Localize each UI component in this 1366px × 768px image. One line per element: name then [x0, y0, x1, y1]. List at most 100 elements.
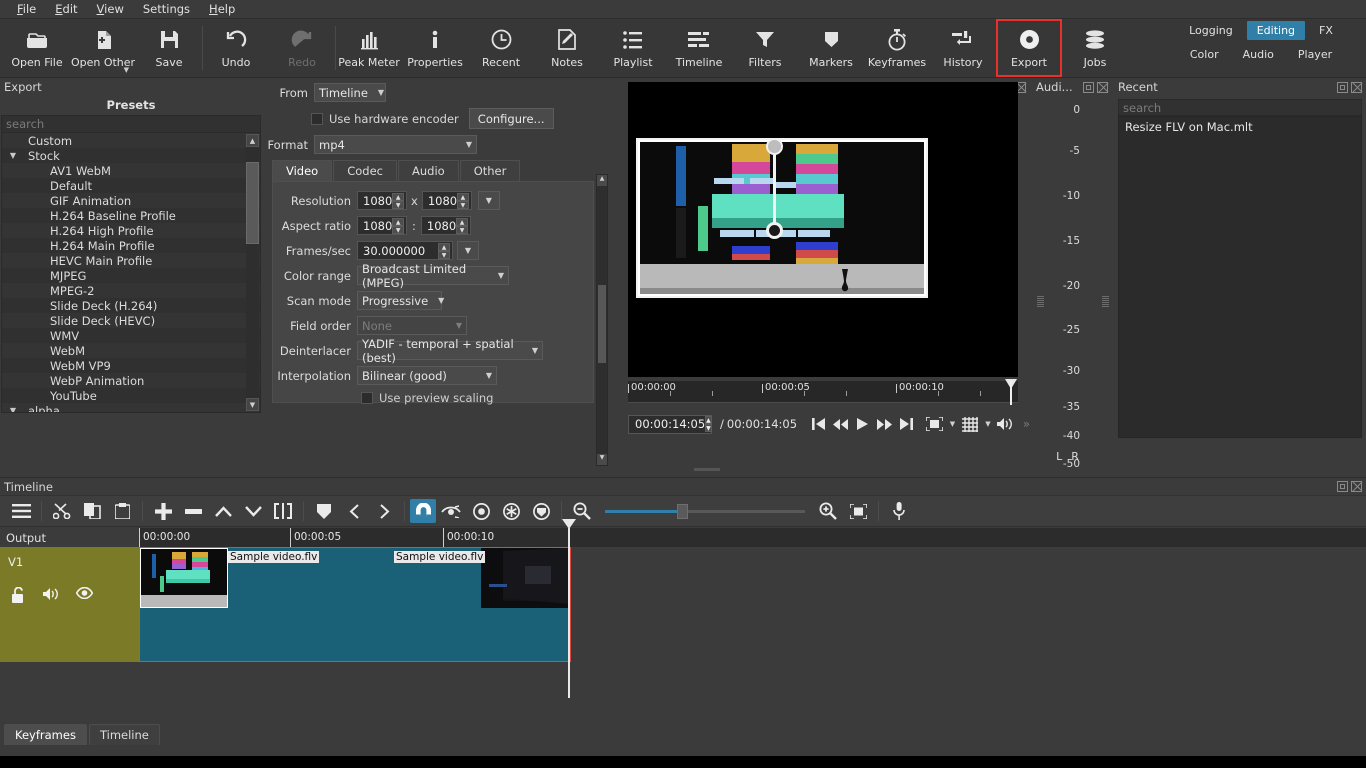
- snap-magnet-icon[interactable]: [410, 499, 436, 523]
- more-options-icon[interactable]: »: [1023, 417, 1030, 431]
- toolbar-export[interactable]: Export: [996, 19, 1062, 77]
- prev-marker-icon[interactable]: [339, 497, 369, 525]
- zoom-fit-icon[interactable]: [924, 413, 946, 435]
- preset-item[interactable]: Default: [2, 178, 260, 193]
- rewind-button[interactable]: [829, 413, 851, 435]
- preset-search-input[interactable]: search: [1, 115, 261, 133]
- tab-audio[interactable]: Audio: [398, 160, 459, 181]
- vui-rect[interactable]: [636, 138, 928, 298]
- scroll-thumb[interactable]: [598, 285, 606, 363]
- toolbar-save[interactable]: Save: [136, 19, 202, 77]
- layout-player[interactable]: Player: [1288, 45, 1342, 64]
- toolbar-history[interactable]: History: [930, 19, 996, 77]
- lock-icon[interactable]: [12, 587, 27, 603]
- chevron-down-icon[interactable]: ▼: [6, 406, 20, 412]
- preview-scaling-checkbox[interactable]: [361, 392, 373, 404]
- preset-item[interactable]: H.264 High Profile: [2, 223, 260, 238]
- scroll-down-icon[interactable]: ▼: [597, 454, 607, 465]
- hardware-encoder-checkbox[interactable]: [311, 112, 323, 125]
- preset-item[interactable]: Slide Deck (H.264): [2, 298, 260, 313]
- output-label[interactable]: Output: [0, 528, 139, 547]
- grid-icon[interactable]: [959, 413, 981, 435]
- layout-editing[interactable]: Editing: [1246, 21, 1306, 40]
- spinner-arrows[interactable]: ▲ ▼: [392, 217, 404, 234]
- layout-logging[interactable]: Logging: [1179, 21, 1243, 40]
- preset-item[interactable]: WMV: [2, 328, 260, 343]
- volume-icon[interactable]: [995, 413, 1017, 435]
- timeline-menu-button[interactable]: [6, 497, 36, 525]
- cut-icon[interactable]: [47, 497, 77, 525]
- close-icon[interactable]: [1351, 81, 1362, 93]
- preset-item[interactable]: GIF Animation: [2, 193, 260, 208]
- preset-item[interactable]: WebM VP9: [2, 358, 260, 373]
- mute-icon[interactable]: [43, 587, 60, 603]
- toolbar-keyframes[interactable]: Keyframes: [864, 19, 930, 77]
- spinner-arrows[interactable]: ▲ ▼: [705, 416, 712, 432]
- zoom-slider[interactable]: [605, 501, 805, 521]
- toolbar-recent[interactable]: Recent: [468, 19, 534, 77]
- chevron-down-icon[interactable]: ▼: [950, 420, 955, 428]
- toolbar-playlist[interactable]: Playlist: [600, 19, 666, 77]
- resolution-height-input[interactable]: 1080 ▲ ▼: [421, 191, 472, 210]
- timeline-ruler[interactable]: 00:00:00 00:00:05 00:00:10: [139, 528, 1366, 547]
- list-item[interactable]: Resize FLV on Mac.mlt: [1119, 117, 1361, 137]
- preset-item[interactable]: Custom: [2, 133, 260, 148]
- menu-settings[interactable]: Settings: [134, 1, 199, 17]
- aspect-height-input[interactable]: 1080 ▲ ▼: [420, 216, 471, 235]
- zoom-in-icon[interactable]: [813, 497, 843, 525]
- split-icon[interactable]: [268, 497, 298, 525]
- toolbar-timeline[interactable]: Timeline: [666, 19, 732, 77]
- preset-item[interactable]: H.264 Main Profile: [2, 238, 260, 253]
- ripple-icon[interactable]: [466, 497, 496, 525]
- hide-icon[interactable]: [76, 587, 93, 603]
- current-position-input[interactable]: 00:00:14:05 ▲ ▼: [628, 414, 712, 434]
- chevron-down-icon[interactable]: ▼: [985, 420, 990, 428]
- float-icon[interactable]: [1337, 81, 1348, 93]
- dock-tab-timeline[interactable]: Timeline: [88, 723, 160, 745]
- preset-item[interactable]: ▼ Stock: [2, 148, 260, 163]
- scroll-up-icon[interactable]: ▲: [246, 134, 259, 147]
- player-ruler[interactable]: 00:00:00 00:00:05 00:00:10: [628, 379, 1018, 405]
- color-range-select[interactable]: Broadcast Limited (MPEG) ▼: [357, 262, 509, 290]
- layout-audio[interactable]: Audio: [1233, 45, 1284, 64]
- aspect-width-input[interactable]: 1080 ▲ ▼: [357, 216, 407, 235]
- spinner-arrows[interactable]: ▲ ▼: [392, 192, 404, 209]
- close-icon[interactable]: [1097, 81, 1108, 93]
- fast-forward-button[interactable]: [873, 413, 895, 435]
- settings-scrollbar[interactable]: ▲ ▼: [596, 174, 608, 466]
- toolbar-open-file[interactable]: Open File: [4, 19, 70, 77]
- toolbar-filters[interactable]: Filters: [732, 19, 798, 77]
- toolbar-jobs[interactable]: Jobs: [1062, 19, 1128, 77]
- interpolation-select[interactable]: Bilinear (good) ▼: [357, 366, 497, 385]
- float-icon[interactable]: [1083, 81, 1094, 93]
- record-audio-icon[interactable]: [884, 497, 914, 525]
- preset-item[interactable]: ▼ alpha: [2, 403, 260, 412]
- chevron-down-icon[interactable]: ▼: [6, 151, 20, 160]
- preset-item[interactable]: WebM: [2, 343, 260, 358]
- close-icon[interactable]: [1351, 481, 1362, 492]
- preset-item[interactable]: MJPEG: [2, 268, 260, 283]
- preset-item[interactable]: H.264 Baseline Profile: [2, 208, 260, 223]
- menu-file[interactable]: File: [8, 1, 45, 17]
- preset-item[interactable]: HEVC Main Profile: [2, 253, 260, 268]
- resolution-width-input[interactable]: 1080 ▲ ▼: [357, 191, 407, 210]
- preset-item[interactable]: AV1 WebM: [2, 163, 260, 178]
- layout-fx[interactable]: FX: [1309, 21, 1343, 40]
- lift-icon[interactable]: [208, 497, 238, 525]
- copy-icon[interactable]: [77, 497, 107, 525]
- player-scrubber[interactable]: 00:00:00 00:00:05 00:00:10: [628, 379, 1018, 409]
- tab-codec[interactable]: Codec: [333, 160, 397, 181]
- menu-view[interactable]: View: [88, 1, 133, 17]
- scroll-thumb[interactable]: [246, 162, 259, 244]
- recent-search-input[interactable]: search: [1118, 99, 1362, 116]
- spinner-arrows[interactable]: ▲ ▼: [457, 192, 469, 209]
- ripple-delete-icon[interactable]: [178, 497, 208, 525]
- scan-mode-select[interactable]: Progressive ▼: [357, 291, 444, 310]
- layout-color[interactable]: Color: [1180, 45, 1229, 64]
- panel-resize-grip[interactable]: [694, 468, 720, 471]
- preset-item[interactable]: MPEG-2: [2, 283, 260, 298]
- spinner-arrows[interactable]: ▲ ▼: [456, 217, 468, 234]
- fps-preset-dropdown[interactable]: ▼: [457, 241, 479, 260]
- video-preview[interactable]: [628, 82, 1018, 377]
- menu-help[interactable]: Help: [200, 1, 244, 17]
